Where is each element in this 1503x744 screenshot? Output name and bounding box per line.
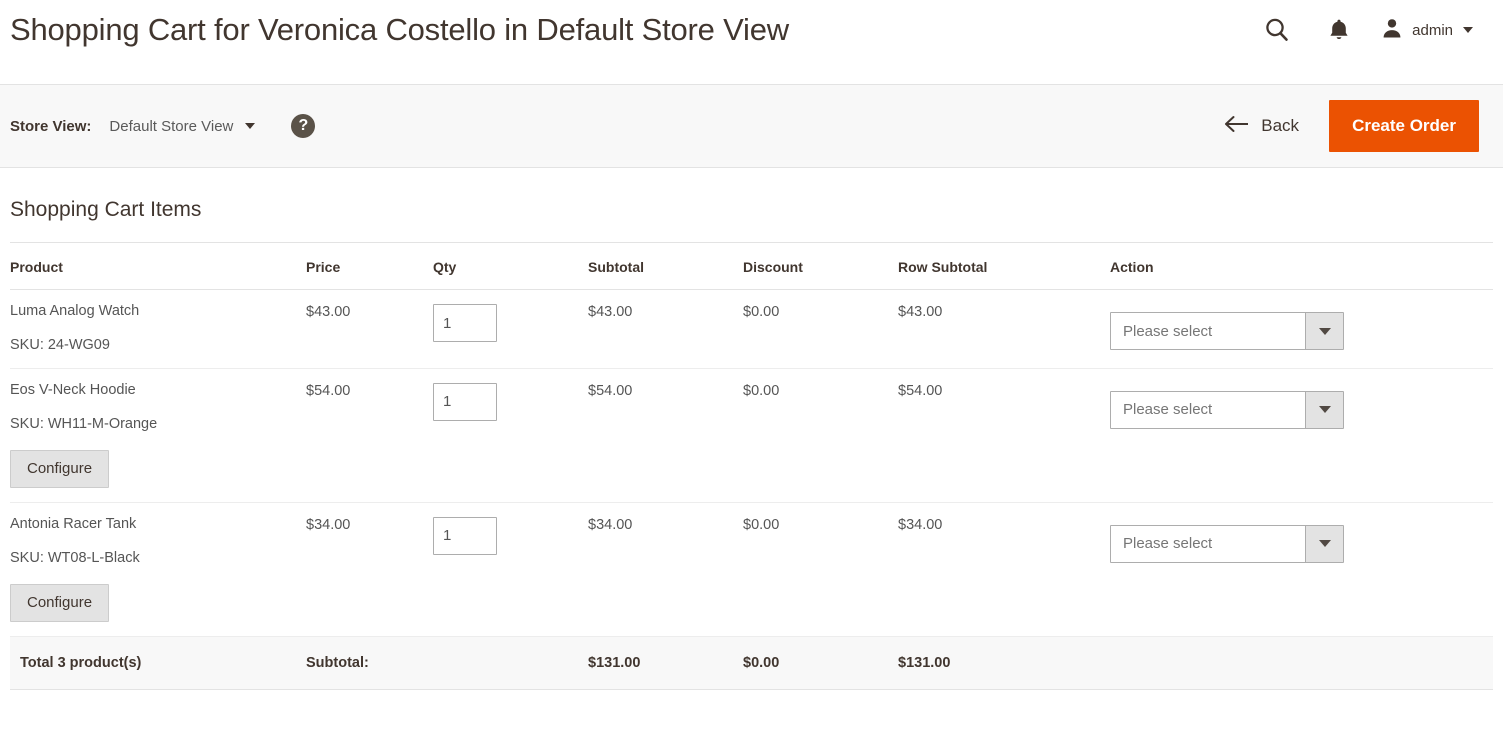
cell-action: Please select [1110, 368, 1493, 503]
cell-qty [433, 368, 588, 503]
store-view-label: Store View: [10, 117, 92, 135]
back-button-label: Back [1261, 116, 1300, 135]
cell-subtotal: $54.00 [588, 368, 743, 503]
cell-qty [433, 289, 588, 369]
totals-count: Total 3 product(s) [10, 635, 306, 690]
store-view-group: Store View: Default Store View ? [10, 114, 316, 138]
cell-product: Luma Analog Watch SKU: 24-WG09 [10, 289, 306, 369]
totals-discount: $0.00 [743, 635, 898, 690]
cell-price: $54.00 [306, 368, 433, 503]
product-name: Antonia Racer Tank [10, 515, 137, 532]
cell-action: Please select [1110, 289, 1493, 369]
action-select[interactable]: Please select [1110, 524, 1344, 563]
section-title: Shopping Cart Items [10, 198, 202, 221]
shopping-cart-table: Product Price Qty Subtotal Discount Row … [10, 243, 1493, 690]
table-body: Luma Analog Watch SKU: 24-WG09 $43.00 $4… [10, 289, 1493, 690]
product-name: Eos V-Neck Hoodie [10, 381, 136, 398]
chevron-down-icon [245, 123, 256, 129]
product-sku: SKU: 24-WG09 [10, 336, 110, 353]
cell-discount: $0.00 [743, 502, 898, 637]
header-actions: admin [1246, 8, 1479, 52]
cell-row-subtotal: $54.00 [898, 368, 1110, 503]
bell-icon[interactable] [1308, 8, 1370, 52]
page-header: Shopping Cart for Veronica Costello in D… [0, 0, 1503, 84]
search-icon[interactable] [1246, 8, 1308, 52]
cell-subtotal: $43.00 [588, 289, 743, 369]
page-actions: Back Create Order [1216, 100, 1479, 152]
cell-row-subtotal: $34.00 [898, 502, 1110, 637]
chevron-down-icon [1305, 525, 1343, 562]
action-select-value: Please select [1123, 535, 1213, 553]
cell-subtotal: $34.00 [588, 502, 743, 637]
admin-menu[interactable]: admin [1370, 8, 1479, 52]
arrow-left-icon [1224, 115, 1250, 138]
back-button[interactable]: Back [1216, 109, 1307, 144]
cell-discount: $0.00 [743, 289, 898, 369]
column-header-discount: Discount [743, 243, 898, 290]
store-view-switcher[interactable]: Default Store View [109, 117, 256, 135]
product-sku: SKU: WH11-M-Orange [10, 415, 158, 432]
page-title: Shopping Cart for Veronica Costello in D… [10, 12, 789, 47]
totals-subtotal-label: Subtotal: [306, 635, 433, 690]
user-avatar-icon [1380, 16, 1404, 45]
table-row: Luma Analog Watch SKU: 24-WG09 $43.00 $4… [10, 289, 1493, 369]
column-header-qty: Qty [433, 243, 588, 290]
action-select-value: Please select [1123, 401, 1213, 419]
product-name: Luma Analog Watch [10, 303, 140, 319]
cell-price: $43.00 [306, 289, 433, 369]
store-view-value: Default Store View [109, 117, 234, 135]
admin-username: admin [1412, 21, 1453, 39]
table-header: Product Price Qty Subtotal Discount Row … [10, 243, 1493, 290]
action-select[interactable]: Please select [1110, 312, 1344, 350]
table-row: Antonia Racer Tank SKU: WT08-L-Black Con… [10, 502, 1493, 637]
cell-product: Antonia Racer Tank SKU: WT08-L-Black Con… [10, 502, 306, 637]
cell-row-subtotal: $43.00 [898, 289, 1110, 369]
help-icon[interactable]: ? [291, 114, 316, 138]
store-view-bar: Store View: Default Store View ? Back Cr… [0, 84, 1503, 168]
quantity-input[interactable] [433, 382, 497, 421]
cart-content: Shopping Cart Items Product Price Qty Su… [0, 198, 1503, 690]
totals-action-spacer [1110, 635, 1493, 690]
column-header-action: Action [1110, 243, 1493, 290]
chevron-down-icon [1305, 391, 1343, 428]
table-header-row: Product Price Qty Subtotal Discount Row … [10, 243, 1493, 290]
cell-price: $34.00 [306, 502, 433, 637]
cell-discount: $0.00 [743, 368, 898, 503]
totals-row-subtotal: $131.00 [898, 635, 1110, 690]
column-header-price: Price [306, 243, 433, 290]
cell-action: Please select [1110, 502, 1493, 637]
column-header-row-subtotal: Row Subtotal [898, 243, 1110, 290]
create-order-button[interactable]: Create Order [1329, 100, 1479, 152]
action-select-value: Please select [1123, 322, 1213, 340]
product-sku: SKU: WT08-L-Black [10, 549, 140, 566]
table-row: Eos V-Neck Hoodie SKU: WH11-M-Orange Con… [10, 368, 1493, 503]
column-header-product: Product [10, 243, 306, 290]
totals-row: Total 3 product(s) Subtotal: $131.00 $0.… [10, 635, 1493, 690]
action-select[interactable]: Please select [1110, 390, 1344, 429]
totals-spacer [433, 635, 588, 690]
chevron-down-icon [1305, 313, 1343, 349]
cell-product: Eos V-Neck Hoodie SKU: WH11-M-Orange Con… [10, 368, 306, 503]
quantity-input[interactable] [433, 304, 497, 342]
configure-button[interactable]: Configure [10, 449, 110, 488]
configure-button[interactable]: Configure [10, 583, 110, 622]
chevron-down-icon [1463, 27, 1473, 33]
quantity-input[interactable] [433, 516, 497, 555]
totals-subtotal: $131.00 [588, 635, 743, 690]
column-header-subtotal: Subtotal [588, 243, 743, 290]
cell-qty [433, 502, 588, 637]
